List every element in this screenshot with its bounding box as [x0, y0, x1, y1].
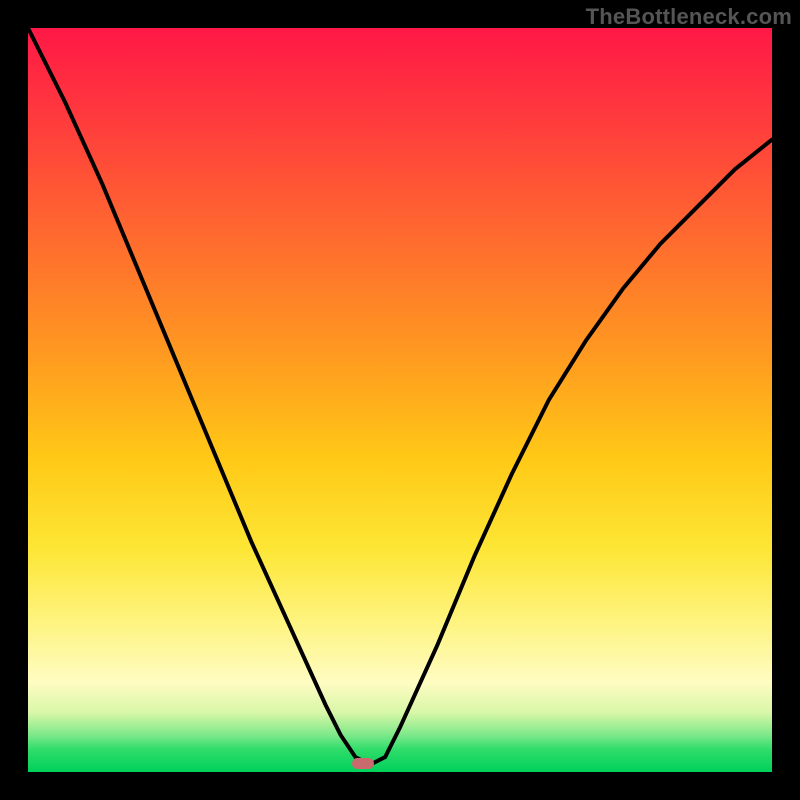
watermark-text: TheBottleneck.com — [586, 4, 792, 30]
min-marker — [352, 758, 374, 769]
chart-frame: TheBottleneck.com — [0, 0, 800, 800]
curve-layer — [28, 28, 772, 772]
bottleneck-curve-path — [28, 28, 772, 765]
plot-area — [28, 28, 772, 772]
